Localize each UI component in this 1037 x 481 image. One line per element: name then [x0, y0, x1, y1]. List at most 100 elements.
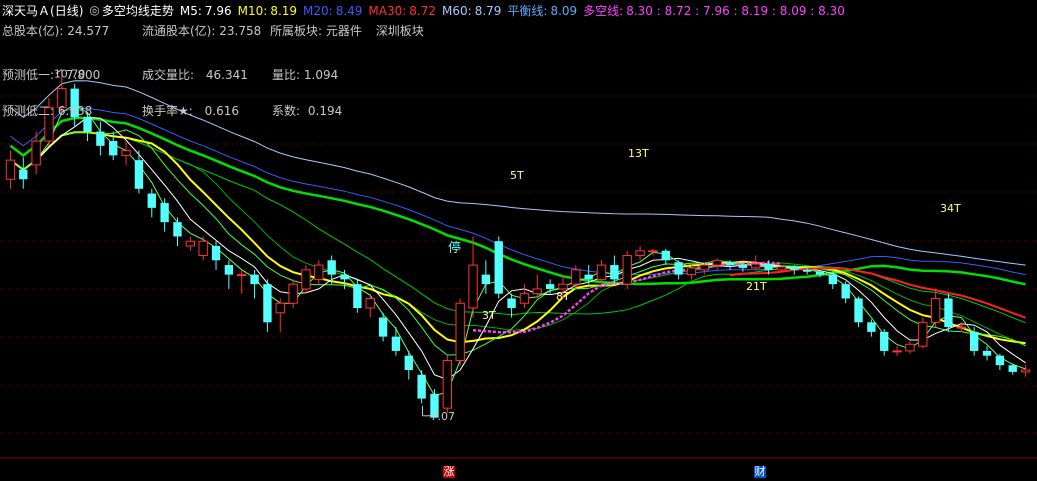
candle-body [635, 250, 645, 257]
period-label[interactable]: (日线) [50, 2, 83, 19]
candle-body [545, 284, 555, 289]
ma-item-value: 8.79 [474, 3, 502, 18]
ma-item-label: M10: [237, 3, 268, 18]
candle-body [96, 131, 105, 146]
candle-body [725, 262, 735, 266]
ma-line-thin [10, 129, 1026, 356]
pred-low2-label: 预测低二: [2, 104, 55, 118]
candle-body [571, 269, 581, 285]
ma-item-value: 8.09 [550, 3, 578, 18]
candle-body [982, 350, 992, 356]
info-liang-bi: 量比: 1.094 [272, 66, 338, 83]
dropdown-marker-icon[interactable]: ◎ [89, 3, 99, 17]
candle-body [532, 288, 542, 295]
pred-low1-label: 预测低一: [2, 68, 55, 82]
m20-line [10, 107, 1026, 276]
candle-body [686, 267, 697, 276]
ma-line-thin [10, 131, 1026, 345]
ma-item-value: 8.49 [335, 3, 363, 18]
t8-label: 8T [556, 290, 570, 303]
ma-item-value: 8.19 [270, 3, 298, 18]
indicator-name[interactable]: 多空均线走势 [102, 2, 174, 19]
pred-low1-value: 7.800 [65, 68, 101, 82]
volume-ratio-label: 成交量比: [142, 68, 195, 82]
total-shares-value: 24.577 [67, 24, 110, 38]
cai-badge[interactable]: 财 [754, 466, 766, 478]
candle-body [237, 274, 247, 277]
board-value: 深圳板块 [375, 24, 424, 38]
candle-body [584, 274, 593, 280]
candle-body [198, 240, 208, 257]
ma-item: 平衡线: 8.09 [507, 2, 577, 19]
candle-body [969, 331, 979, 351]
candle-body [519, 293, 530, 304]
candle-body [481, 274, 491, 285]
t34-label: 34T [940, 202, 961, 215]
info-turnover: 换手率★: 0.616 [142, 102, 239, 119]
total-shares-label: 总股本(亿): [2, 24, 64, 38]
candle-body [648, 250, 658, 253]
candle-body [1008, 365, 1017, 372]
m5-line [10, 116, 1026, 381]
candle-body [956, 326, 967, 329]
candle-body [918, 321, 928, 347]
ma-item-label: M60: [442, 3, 472, 18]
candle-body [83, 117, 92, 132]
turnover-label: 换手率★: [142, 104, 193, 118]
liang-bi-label: 量比: [272, 68, 301, 82]
candle-body [378, 317, 388, 337]
candle-body [301, 269, 311, 290]
candle-body [353, 284, 362, 308]
stock-name[interactable]: 深天马Ａ [2, 2, 50, 19]
ma-item-label: M20: [303, 3, 333, 18]
candle-body [507, 298, 516, 308]
info-total-shares: 总股本(亿): 24.577 [2, 22, 109, 39]
candle-body [250, 274, 259, 285]
candle-body [147, 193, 156, 208]
ma-item: 多空线: 8.30 : 8.72 : 7.96 : 8.19 : 8.09 : 8… [583, 2, 845, 19]
coef-value: 0.194 [307, 104, 343, 118]
candle-body [867, 322, 876, 332]
candle-body [109, 141, 118, 156]
candle-body [610, 265, 619, 280]
candle-body [404, 355, 413, 370]
sector-label: 所属板块: [270, 24, 323, 38]
sector-value: 元器件 [325, 24, 362, 38]
candle-body [275, 302, 285, 314]
candle-body [790, 266, 799, 270]
candle-body [751, 263, 761, 269]
candle-body [841, 284, 850, 299]
indicator-header: 深天马Ａ (日线) ◎ 多空均线走势 M5: 7.96 M10: 8.19 M20: 8.… [2, 1, 851, 19]
turnover-value: 0.616 [204, 104, 239, 118]
t5-label: 5T [510, 169, 524, 182]
candle-body [455, 302, 465, 361]
ma-item-label: 多空线: [583, 3, 624, 18]
info-pred-low2: 预测低二: 6.938 [2, 102, 92, 119]
candle-body [815, 271, 825, 275]
t3-label: 3T [482, 309, 496, 322]
candle-body [854, 298, 863, 323]
candle-body [224, 265, 234, 275]
info-pred-low1: 预测低一: 7.800 [2, 66, 100, 83]
ma-item-value: 8.72 [409, 3, 437, 18]
candle-body [828, 274, 838, 285]
t13-label: 13T [628, 147, 649, 160]
candle-body [764, 264, 773, 270]
info-coef: 系数: 0.194 [272, 102, 342, 119]
stop-mark: 停 [448, 240, 461, 256]
low-price-label: 7.07 [430, 410, 455, 423]
coef-label: 系数: [272, 104, 301, 118]
info-sector: 所属板块: 元器件 深圳板块 [270, 22, 424, 39]
candle-body [1020, 369, 1031, 373]
float-shares-label: 流通股本(亿): [142, 24, 216, 38]
ma-item: M10: 8.19 [238, 4, 297, 18]
info-float-shares: 流通股本(亿): 23.758 [142, 22, 261, 39]
ma-item-value: 8.30 : 8.72 : 7.96 : 8.19 : 8.09 : 8.30 [626, 3, 845, 18]
candle-body [417, 374, 426, 399]
candle-body [365, 297, 375, 309]
zhang-badge[interactable]: 涨 [443, 466, 455, 478]
candle-body [185, 240, 196, 247]
ma-item-label: M5: [179, 3, 202, 18]
candle-body [494, 241, 503, 294]
candle-body [699, 264, 710, 271]
